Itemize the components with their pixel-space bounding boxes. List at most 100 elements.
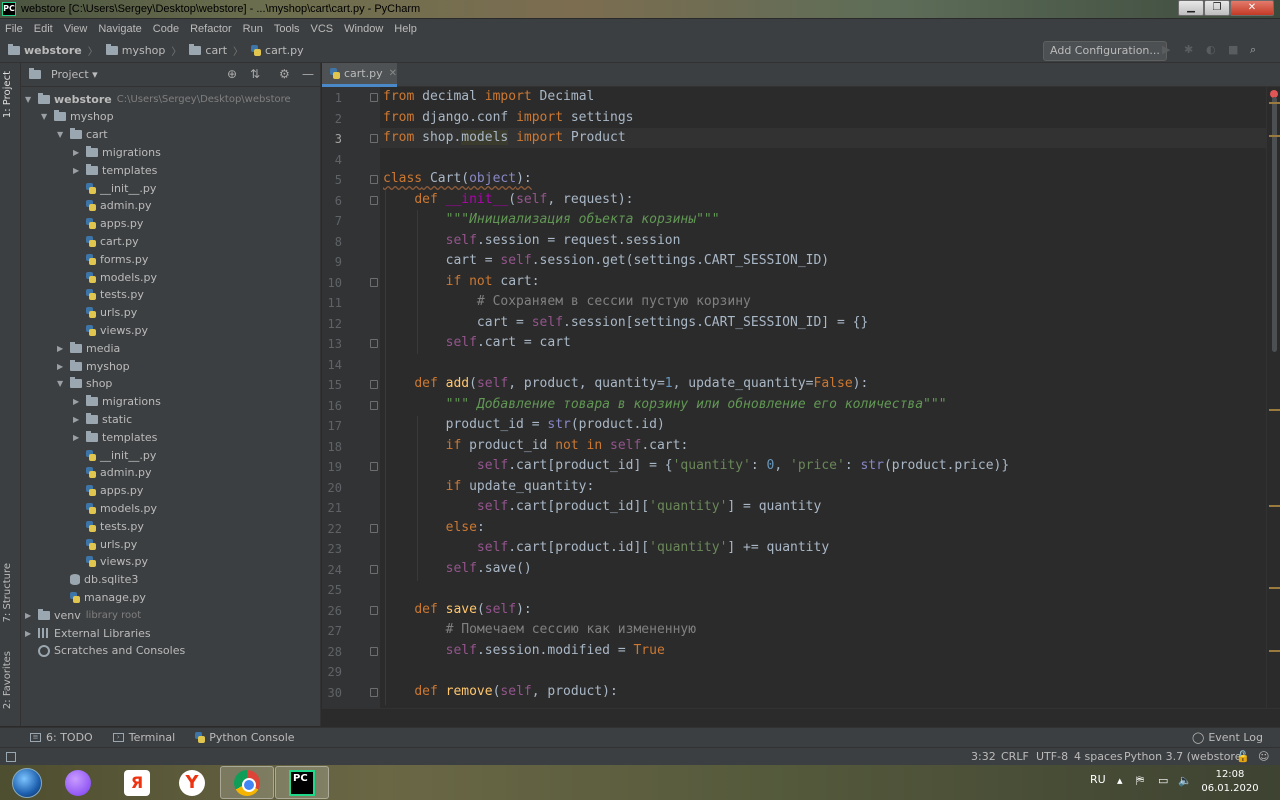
warning-marker[interactable] xyxy=(1269,135,1280,137)
line-separator[interactable]: CRLF xyxy=(1001,750,1029,763)
warning-marker[interactable] xyxy=(1269,409,1280,411)
search-icon[interactable]: ⌕ xyxy=(1250,44,1262,56)
expand-right-icon[interactable]: ▶ xyxy=(73,148,83,157)
fold-marker-icon[interactable] xyxy=(370,339,378,348)
taskbar-chrome[interactable] xyxy=(220,766,274,799)
menu-file[interactable]: File xyxy=(0,23,29,35)
fold-marker-icon[interactable] xyxy=(370,400,378,410)
menu-run[interactable]: Run xyxy=(238,23,269,35)
tree-item[interactable]: db.sqlite3 xyxy=(70,571,138,589)
breadcrumb-myshop[interactable]: myshop 〉 xyxy=(105,43,181,58)
inspection-icon[interactable]: ☺ xyxy=(1258,750,1269,763)
network-icon[interactable]: ⛿ xyxy=(1136,774,1144,788)
tab-structure[interactable]: 7: Structure xyxy=(2,563,13,622)
tree-item[interactable]: ▶ myshop xyxy=(57,357,130,375)
tree-item[interactable]: ▶ static xyxy=(73,410,132,428)
expand-right-icon[interactable]: ▶ xyxy=(73,166,83,175)
fold-marker-icon[interactable] xyxy=(370,93,378,102)
fold-marker-icon[interactable] xyxy=(370,134,378,143)
python-console-tool-button[interactable]: Python Console xyxy=(195,731,295,744)
tab-cart-py[interactable]: cart.py ✕ xyxy=(322,63,397,87)
fold-marker-icon[interactable] xyxy=(370,687,378,697)
tree-item[interactable]: tests.py xyxy=(86,286,144,304)
tree-item[interactable]: ▶ templates xyxy=(73,161,157,179)
tree-item[interactable]: views.py xyxy=(86,553,148,571)
terminal-tool-button[interactable]: › Terminal xyxy=(112,731,175,744)
menu-help[interactable]: Help xyxy=(389,23,423,35)
taskbar-yandex-browser[interactable]: Я xyxy=(110,766,164,799)
expand-down-icon[interactable]: ▼ xyxy=(41,112,51,121)
tree-item[interactable]: __init__.py xyxy=(86,179,156,197)
warning-marker[interactable] xyxy=(1269,505,1280,507)
taskbar-yandex[interactable]: Y xyxy=(165,766,219,799)
warning-marker[interactable] xyxy=(1269,102,1280,104)
tree-item[interactable]: ▶ migrations xyxy=(73,393,161,411)
fold-marker-icon[interactable] xyxy=(370,564,378,574)
fold-marker-icon[interactable] xyxy=(370,605,378,615)
tree-item[interactable]: admin.py xyxy=(86,197,151,215)
close-button[interactable]: ✕ xyxy=(1230,0,1274,16)
tree-item[interactable]: urls.py xyxy=(86,304,137,322)
expand-right-icon[interactable]: ▶ xyxy=(25,611,35,620)
expand-down-icon[interactable]: ▼ xyxy=(25,95,35,104)
volume-icon[interactable]: 🔈 xyxy=(1178,774,1192,787)
menu-tools[interactable]: Tools xyxy=(269,23,306,35)
minimize-button[interactable]: ▁ xyxy=(1178,0,1204,16)
maximize-button[interactable]: ❐ xyxy=(1204,0,1230,16)
tray-expand-icon[interactable]: ▴ xyxy=(1117,774,1123,787)
language-indicator[interactable]: RU xyxy=(1090,773,1106,786)
menu-view[interactable]: View xyxy=(59,23,94,35)
expand-right-icon[interactable]: ▶ xyxy=(73,397,83,406)
tree-item[interactable]: __init__.py xyxy=(86,446,156,464)
caret-position[interactable]: 3:32 xyxy=(971,750,996,763)
fold-marker-icon[interactable] xyxy=(370,523,378,533)
tree-item[interactable]: ▶ migrations xyxy=(73,143,161,161)
tree-item[interactable]: ▼ shop xyxy=(57,375,112,393)
menu-window[interactable]: Window xyxy=(339,23,389,35)
warning-marker[interactable] xyxy=(1269,587,1280,589)
python-interpreter[interactable]: Python 3.7 (webstore) xyxy=(1124,750,1246,763)
debug-icon[interactable]: ✱ xyxy=(1184,44,1196,56)
tree-item[interactable]: apps.py xyxy=(86,215,143,233)
file-encoding[interactable]: UTF-8 xyxy=(1036,750,1068,763)
expand-right-icon[interactable]: ▶ xyxy=(73,433,83,442)
tree-item[interactable]: tests.py xyxy=(86,517,144,535)
close-tab-icon[interactable]: ✕ xyxy=(389,68,397,79)
tree-item[interactable]: ▶ External Libraries xyxy=(25,624,151,642)
stop-icon[interactable]: ■ xyxy=(1228,44,1240,56)
expand-down-icon[interactable]: ▼ xyxy=(57,130,67,139)
expand-right-icon[interactable]: ▶ xyxy=(25,629,35,638)
breadcrumb-webstore[interactable]: webstore 〉 xyxy=(8,43,98,58)
editor-gutter[interactable]: 1 2 3 4 5 6 7 8 9 10 11 12 13 14 15 16 17 18 19 20 21 22 23 24 2… xyxy=(322,87,380,708)
display-icon[interactable]: ▭ xyxy=(1158,774,1168,787)
tree-item[interactable]: models.py xyxy=(86,268,157,286)
tree-item[interactable]: ▼ cart xyxy=(57,126,108,144)
project-view-select[interactable]: Project ▾ xyxy=(51,68,98,81)
menu-navigate[interactable]: Navigate xyxy=(93,23,147,35)
editor-horizontal-scroll[interactable] xyxy=(322,708,1280,726)
fold-marker-icon[interactable] xyxy=(370,277,378,287)
gear-icon[interactable]: ⚙ xyxy=(279,67,290,81)
tree-item[interactable]: ▼ webstore C:\Users\Sergey\Desktop\webstor… xyxy=(25,90,291,108)
code-editor[interactable]: from decimal import Decimal from django.c… xyxy=(380,87,1266,708)
breadcrumb-cart-py[interactable]: cart.py xyxy=(251,44,304,57)
expand-down-icon[interactable]: ▼ xyxy=(57,379,67,388)
expand-right-icon[interactable]: ▶ xyxy=(73,415,83,424)
tree-item[interactable]: models.py xyxy=(86,499,157,517)
fold-marker-icon[interactable] xyxy=(370,462,378,471)
taskbar-pycharm[interactable]: PC xyxy=(275,766,329,799)
tree-item[interactable]: views.py xyxy=(86,321,148,339)
collapse-all-icon[interactable]: ⇅ xyxy=(250,67,260,81)
menu-edit[interactable]: Edit xyxy=(29,23,59,35)
indent-setting[interactable]: 4 spaces xyxy=(1074,750,1123,763)
add-configuration-button[interactable]: Add Configuration... xyxy=(1043,41,1167,61)
expand-right-icon[interactable]: ▶ xyxy=(57,344,67,353)
warning-marker[interactable] xyxy=(1269,650,1280,652)
tab-favorites[interactable]: 2: Favorites xyxy=(2,651,13,709)
toggle-tool-windows-icon[interactable] xyxy=(6,752,16,762)
fold-marker-icon[interactable] xyxy=(370,646,378,656)
coverage-icon[interactable]: ◐ xyxy=(1206,44,1218,56)
run-icon[interactable]: ▶ xyxy=(1162,44,1174,56)
taskbar-alice[interactable] xyxy=(51,766,105,799)
expand-right-icon[interactable]: ▶ xyxy=(57,362,67,371)
